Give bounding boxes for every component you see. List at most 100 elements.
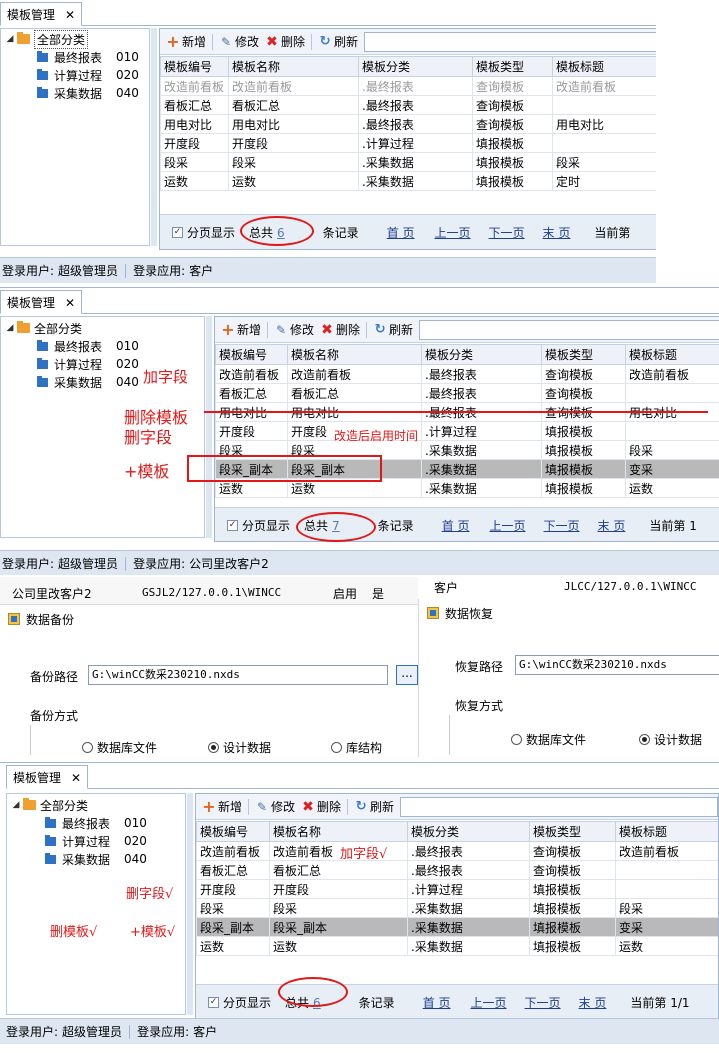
tab-template-management[interactable]: 模板管理 ✕ (6, 765, 89, 789)
search-input[interactable] (400, 796, 718, 817)
splitter-handle[interactable] (151, 28, 157, 246)
table-cell[interactable]: 查询模板 (541, 364, 626, 384)
collapse-icon[interactable]: ◢ (3, 323, 17, 333)
table-cell[interactable]: .采集数据 (358, 171, 473, 191)
delete-button[interactable]: ✖ 删除 (301, 798, 341, 815)
table-cell[interactable]: 填报模板 (472, 133, 553, 153)
table-cell[interactable]: 看板汇总 (215, 383, 288, 403)
table-cell[interactable]: .采集数据 (407, 898, 530, 918)
table-cell[interactable]: .采集数据 (407, 936, 530, 956)
tree-node-calc-process[interactable]: 计算过程 020 (37, 355, 139, 373)
table-cell[interactable]: 段采_副本 (269, 917, 408, 937)
table-cell[interactable]: 填报模板 (541, 440, 626, 460)
prev-page-link[interactable]: 上一页 (471, 994, 507, 1011)
table-cell[interactable]: 运数 (615, 936, 718, 956)
tree-node-final-report[interactable]: 最终报表 010 (37, 48, 139, 66)
table-row[interactable]: 开度段 开度段 .计算过程 填报模板 (215, 421, 719, 441)
radio-schema[interactable]: 库结构 (331, 739, 382, 756)
table-row[interactable]: 运数 运数 .采集数据 填报模板 运数 (196, 936, 718, 956)
column-header[interactable]: 模板分类 (421, 344, 542, 365)
table-cell[interactable]: .最终报表 (358, 76, 473, 96)
column-header[interactable]: 模板分类 (407, 821, 530, 842)
table-cell[interactable]: 变采 (625, 459, 719, 479)
edit-button[interactable]: ✎ 修改 (255, 798, 295, 815)
table-row[interactable]: 开度段 开度段 .计算过程 填报模板 (160, 133, 656, 153)
table-cell[interactable]: .最终报表 (358, 114, 473, 134)
column-header[interactable]: 模板编号 (160, 56, 229, 77)
table-cell[interactable]: 段采 (552, 152, 656, 172)
delete-button[interactable]: ✖ 删除 (320, 321, 360, 338)
next-page-link[interactable]: 下一页 (489, 224, 525, 241)
prev-page-link[interactable]: 上一页 (490, 517, 526, 534)
refresh-button[interactable]: ↻ 刷新 (354, 798, 394, 815)
first-page-link[interactable]: 首 页 (423, 994, 451, 1011)
browse-button[interactable]: ... (396, 665, 418, 685)
table-cell[interactable]: 段采 (269, 898, 408, 918)
table-cell[interactable]: 改造前看板 (228, 76, 359, 96)
edit-button[interactable]: ✎ 修改 (274, 321, 314, 338)
table-cell[interactable]: 改造前看板 (625, 364, 719, 384)
table-row[interactable]: 开度段 开度段 .计算过程 填报模板 (196, 879, 718, 899)
table-cell[interactable]: 开度段 (269, 879, 408, 899)
table-cell[interactable]: 变采 (615, 917, 718, 937)
table-cell[interactable]: 运数 (160, 171, 229, 191)
table-cell[interactable]: .最终报表 (421, 364, 542, 384)
first-page-link[interactable]: 首 页 (387, 224, 415, 241)
table-cell[interactable] (615, 860, 718, 880)
table-row[interactable]: 看板汇总 看板汇总 .最终报表 查询模板 (160, 95, 656, 115)
table-cell[interactable]: 查询模板 (529, 841, 616, 861)
last-page-link[interactable]: 末 页 (579, 994, 607, 1011)
column-header[interactable]: 模板类型 (529, 821, 616, 842)
table-cell[interactable]: 查询模板 (472, 76, 553, 96)
radio-database-file[interactable]: 数据库文件 (82, 739, 157, 756)
table-row[interactable]: 改造前看板 改造前看板 .最终报表 查询模板 改造前看板 (196, 841, 718, 861)
table-row[interactable]: 看板汇总 看板汇总 .最终报表 查询模板 (196, 860, 718, 880)
last-page-link[interactable]: 末 页 (543, 224, 571, 241)
table-cell[interactable]: .计算过程 (421, 421, 542, 441)
table-cell[interactable]: 填报模板 (529, 936, 616, 956)
table-cell[interactable]: 段采 (160, 152, 229, 172)
tree-node-final-report[interactable]: 最终报表 010 (37, 337, 139, 355)
table-row[interactable]: 段采 段采 .采集数据 填报模板 段采 (196, 898, 718, 918)
table-cell[interactable]: .采集数据 (358, 152, 473, 172)
table-cell[interactable]: 填报模板 (472, 171, 553, 191)
tree-node-root[interactable]: ◢ 全部分类 (9, 796, 88, 814)
close-icon[interactable]: ✕ (65, 8, 75, 22)
column-header[interactable]: 模板类型 (472, 56, 553, 77)
list-row[interactable]: 公司里改客户2 GSJL2/127.0.0.1\WINCC 启用 是 (0, 577, 418, 605)
delete-button[interactable]: ✖ 删除 (265, 33, 305, 50)
table-cell[interactable]: 看板汇总 (196, 860, 270, 880)
table-cell[interactable]: 填报模板 (529, 879, 616, 899)
column-header[interactable]: 模板标题 (615, 821, 718, 842)
table-cell[interactable]: .采集数据 (421, 440, 542, 460)
table-cell[interactable]: 改造前看板 (615, 841, 718, 861)
table-cell[interactable]: 运数 (196, 936, 270, 956)
backup-path-field[interactable]: G:\winCC数采230210.nxds (88, 665, 388, 685)
table-cell[interactable]: 看板汇总 (228, 95, 359, 115)
table-cell[interactable]: .采集数据 (421, 478, 542, 498)
tree-node-collect-data[interactable]: 采集数据 040 (45, 850, 147, 868)
tree-node-collect-data[interactable]: 采集数据 040 (37, 84, 139, 102)
column-header[interactable]: 模板标题 (552, 56, 656, 77)
tree-node-calc-process[interactable]: 计算过程 020 (37, 66, 139, 84)
collapse-icon[interactable]: ◢ (9, 800, 23, 810)
table-cell[interactable]: 填报模板 (541, 421, 626, 441)
tab-template-management[interactable]: 模板管理 ✕ (0, 290, 83, 314)
column-header[interactable]: 模板分类 (358, 56, 473, 77)
table-cell[interactable]: 定时 (552, 171, 656, 191)
table-cell[interactable] (552, 95, 656, 115)
edit-button[interactable]: ✎ 修改 (219, 33, 259, 50)
table-cell[interactable]: 段采_副本 (196, 917, 270, 937)
tree-node-collect-data[interactable]: 采集数据 040 (37, 373, 139, 391)
table-cell[interactable]: 填报模板 (541, 459, 626, 479)
table-cell[interactable]: 开度段 (196, 879, 270, 899)
table-cell[interactable]: 段采 (228, 152, 359, 172)
table-cell[interactable]: 查询模板 (472, 95, 553, 115)
add-button[interactable]: + 新增 (221, 320, 261, 339)
table-cell[interactable]: .最终报表 (358, 95, 473, 115)
table-cell[interactable] (625, 421, 719, 441)
table-cell[interactable]: 填报模板 (472, 152, 553, 172)
table-row[interactable]: 段采 段采 .采集数据 填报模板 段采 (160, 152, 656, 172)
table-cell[interactable]: 运数 (228, 171, 359, 191)
table-cell[interactable]: 查询模板 (472, 114, 553, 134)
